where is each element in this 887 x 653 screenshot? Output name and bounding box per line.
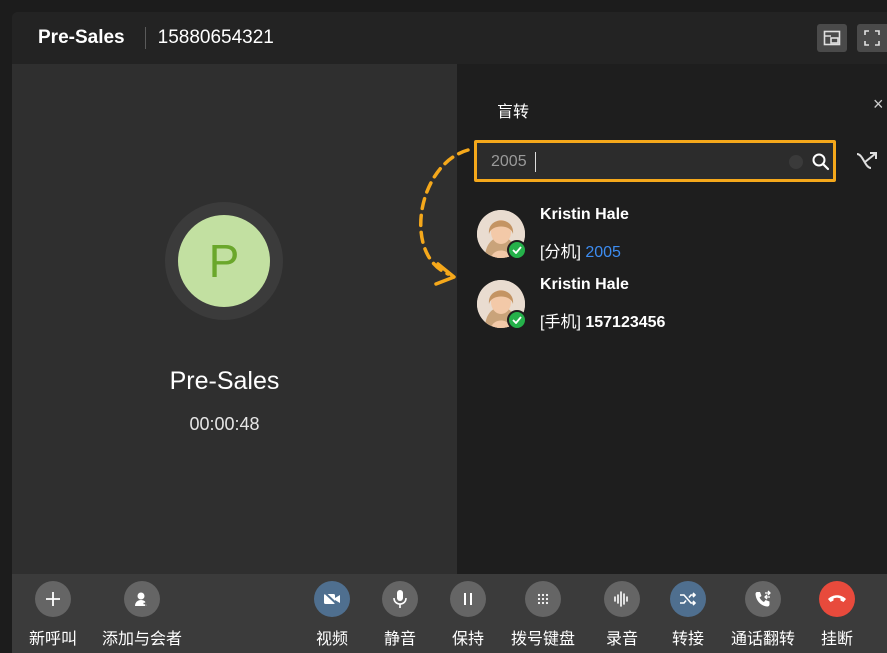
hangup-button[interactable]: 挂断 <box>815 574 859 649</box>
dialpad-icon <box>525 581 561 617</box>
mute-button[interactable]: 静音 <box>378 574 422 649</box>
contact-number: 157123456 <box>585 314 666 331</box>
call-flip-button[interactable]: 通话翻转 <box>725 574 801 649</box>
shuffle-icon <box>670 581 706 617</box>
picture-in-picture-button[interactable] <box>817 24 847 52</box>
call-duration: 00:00:48 <box>189 414 260 434</box>
transfer-label: 转接 <box>671 631 704 648</box>
avatar: P <box>178 215 270 307</box>
hangup-label: 挂断 <box>820 631 853 648</box>
contact-name: Kristin Hale <box>540 276 629 293</box>
new-call-button[interactable]: 新呼叫 <box>29 574 77 649</box>
caller-name: Pre-Sales <box>169 367 280 395</box>
title-bar: Pre-Sales 15880654321 <box>12 12 887 64</box>
dialpad-label: 拨号键盘 <box>510 631 575 648</box>
online-status-icon <box>507 310 527 330</box>
hold-label: 保持 <box>451 631 484 648</box>
panel-title: 盲转 <box>497 104 530 121</box>
add-user-icon <box>124 581 160 617</box>
video-label: 视频 <box>315 631 348 648</box>
number-type-label: [手机] <box>540 314 581 331</box>
close-icon[interactable]: × <box>873 94 887 115</box>
text-caret <box>535 152 536 172</box>
caller-panel: P Pre-Sales 00:00:48 <box>12 64 457 574</box>
add-participant-label: 添加与会者 <box>101 631 182 648</box>
call-window: Pre-Sales 15880654321 P Pre-Sales 00:00:… <box>12 12 887 653</box>
caller-avatar-ring: P <box>165 202 283 320</box>
contact-name: Kristin Hale <box>540 206 629 223</box>
microphone-icon <box>382 581 418 617</box>
clear-icon[interactable] <box>789 155 803 169</box>
search-icon[interactable] <box>811 152 831 172</box>
hangup-icon <box>819 581 855 617</box>
transfer-call-icon[interactable] <box>855 148 883 174</box>
search-box <box>474 140 836 182</box>
contact-number-line: [手机] 157123456 <box>540 308 665 332</box>
new-call-label: 新呼叫 <box>29 631 78 648</box>
annotation-arrow <box>419 148 470 286</box>
title-divider <box>144 27 146 49</box>
call-controls-bar: 新呼叫 添加与会者 视频 静音 保持 拨号键盘 录音 转接 通话翻转 挂断 <box>12 574 887 653</box>
add-participant-button[interactable]: 添加与会者 <box>97 574 187 649</box>
plus-icon <box>35 581 71 617</box>
picture-in-picture-icon <box>823 30 841 46</box>
phone-switch-icon <box>745 581 781 617</box>
contact-number-line: [分机] 2005 <box>540 238 621 262</box>
hold-button[interactable]: 保持 <box>446 574 490 649</box>
mute-label: 静音 <box>383 631 416 648</box>
record-label: 录音 <box>605 631 638 648</box>
search-input[interactable] <box>491 152 751 172</box>
video-off-icon <box>314 581 350 617</box>
fullscreen-icon <box>864 30 880 46</box>
queue-name: Pre-Sales <box>38 27 125 48</box>
list-item[interactable]: Kristin Hale [分机] 2005 <box>477 206 857 262</box>
pause-icon <box>450 581 486 617</box>
transfer-button[interactable]: 转接 <box>666 574 710 649</box>
video-button[interactable]: 视频 <box>310 574 354 649</box>
blind-transfer-panel: 盲转 × 2005 Kristin Hale [分机] 2005 Kristin… <box>457 64 887 574</box>
phone-number: 15880654321 <box>157 27 274 48</box>
online-status-icon <box>507 240 527 260</box>
dialpad-button[interactable]: 拨号键盘 <box>505 574 581 649</box>
fullscreen-button[interactable] <box>857 24 887 52</box>
record-button[interactable]: 录音 <box>600 574 644 649</box>
contact-number: 2005 <box>585 244 621 261</box>
list-item[interactable]: Kristin Hale [手机] 157123456 <box>477 276 857 332</box>
number-type-label: [分机] <box>540 244 581 261</box>
audio-wave-icon <box>604 581 640 617</box>
call-flip-label: 通话翻转 <box>730 631 795 648</box>
